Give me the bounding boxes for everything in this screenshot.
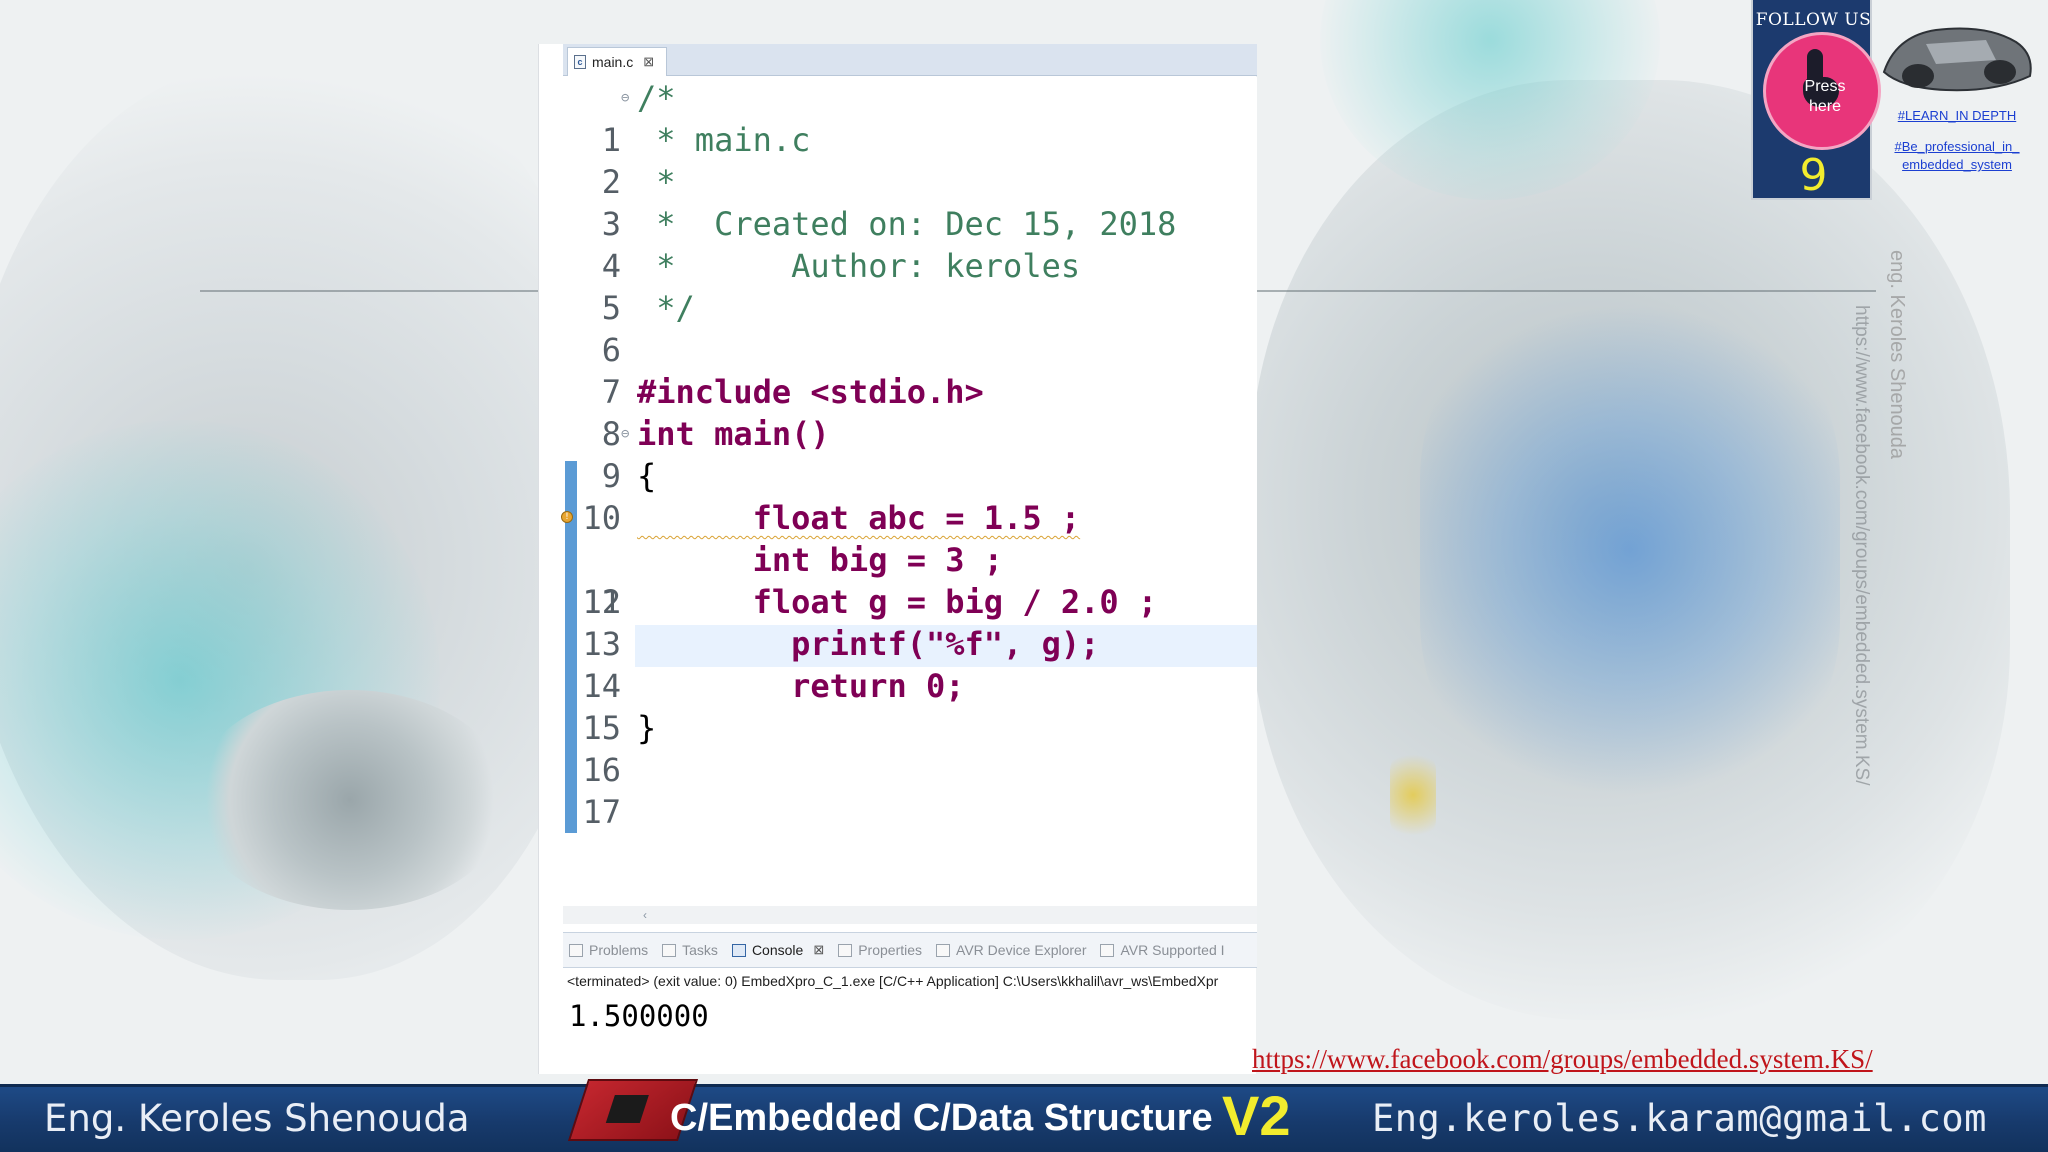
press-label-line: Press bbox=[1804, 78, 1846, 95]
tab-label: Properties bbox=[858, 942, 923, 958]
code-line: 10 { bbox=[563, 455, 1257, 537]
code-text: int main() bbox=[637, 415, 830, 453]
tab-main-c[interactable]: c main.c ⊠ bbox=[567, 47, 667, 76]
console-tab-bar: Problems Tasks Console ⊠ Properties AVR … bbox=[563, 932, 1257, 968]
follow-title: FOLLOW US bbox=[1755, 10, 1872, 30]
tab-tasks[interactable]: Tasks bbox=[662, 942, 718, 958]
code-line: ! 11 float abc = 1.5 ; bbox=[561, 497, 1257, 621]
code-text: /* bbox=[637, 79, 676, 117]
tab-label: main.c bbox=[592, 54, 634, 70]
avr-chip-icon bbox=[936, 943, 951, 957]
properties-icon bbox=[838, 943, 853, 957]
code-text: float g = big / 2.0 ; bbox=[637, 583, 1158, 621]
code-line: 5 * Author: keroles bbox=[563, 245, 1257, 327]
fold-icon[interactable]: ⊖ bbox=[621, 77, 629, 119]
course-version: V2 bbox=[1222, 1084, 1291, 1147]
code-editor[interactable]: 1 ⊖ /* 2 * main.c 3 * 4 * Created on: De… bbox=[561, 77, 1257, 947]
tab-avr-supported[interactable]: AVR Supported I bbox=[1100, 942, 1225, 958]
code-line: 2 * main.c bbox=[563, 119, 1257, 201]
tab-console[interactable]: Console ⊠ bbox=[731, 942, 824, 958]
code-text: * Created on: Dec 15, 2018 bbox=[637, 205, 1177, 243]
divider-line bbox=[200, 290, 540, 292]
line-number: 17 bbox=[582, 793, 621, 831]
side-group-url: https://www.facebook.com/groups/embedded… bbox=[1851, 305, 1872, 786]
code-line: 17 bbox=[563, 749, 1257, 831]
code-line: 16 } bbox=[563, 707, 1257, 789]
footer-banner: Eng. Keroles Shenouda C/Embedded C/Data … bbox=[0, 1079, 2048, 1152]
editor-tab-bar: c main.c ⊠ bbox=[563, 44, 1257, 76]
facebook-group-link[interactable]: https://www.facebook.com/groups/embedded… bbox=[1252, 1044, 2048, 1075]
console-status-line: <terminated> (exit value: 0) EmbedXpro_C… bbox=[567, 973, 1219, 989]
follow-us-widget[interactable]: FOLLOW US Press here 9 bbox=[1751, 0, 1881, 201]
contact-email: Eng.keroles.karam@gmail.com bbox=[1372, 1097, 1987, 1140]
code-text: #include <stdio.h> bbox=[637, 373, 984, 411]
code-text: printf("%f", g); bbox=[637, 625, 1100, 663]
code-line: 13 float g = big / 2.0 ; bbox=[563, 581, 1257, 663]
ide-window: c main.c ⊠ 1 ⊖ /* 2 * main.c 3 * 4 * Cre… bbox=[538, 44, 1257, 1074]
tab-properties[interactable]: Properties bbox=[838, 942, 922, 958]
divider-line bbox=[1256, 290, 1876, 292]
code-line: 7 bbox=[563, 329, 1257, 411]
code-line: 3 * bbox=[563, 161, 1257, 243]
code-text: float abc = 1.5 ; bbox=[637, 499, 1081, 537]
problems-icon bbox=[569, 943, 583, 957]
code-text: int big = 3 ; bbox=[637, 541, 1004, 579]
warning-icon[interactable]: ! bbox=[561, 511, 573, 523]
code-text: * Author: keroles bbox=[637, 247, 1081, 285]
learn-in-depth-link[interactable]: #LEARN_IN DEPTH bbox=[1872, 108, 2042, 123]
follow-count: 9 bbox=[1799, 150, 1828, 201]
tasks-icon bbox=[662, 943, 677, 957]
engine-part bbox=[1390, 750, 1436, 840]
press-label: Press here bbox=[1766, 77, 1884, 117]
tab-label: AVR Device Explorer bbox=[956, 942, 1087, 958]
c-file-icon: c bbox=[574, 55, 586, 69]
code-text: return 0; bbox=[637, 667, 965, 705]
close-icon[interactable]: ⊠ bbox=[813, 942, 824, 958]
code-text: * bbox=[637, 163, 676, 201]
tab-avr-device-explorer[interactable]: AVR Device Explorer bbox=[936, 942, 1086, 958]
be-professional-link[interactable]: #Be_professional_in_ bbox=[1872, 139, 2042, 154]
engine-block bbox=[1420, 300, 1840, 800]
code-line: 9 ⊖ int main() bbox=[563, 413, 1257, 495]
code-text: { bbox=[637, 457, 657, 495]
code-text: * main.c bbox=[637, 121, 811, 159]
course-title: C/Embedded C/Data Structure bbox=[670, 1097, 1213, 1139]
tab-label: Console bbox=[751, 942, 804, 958]
console-output: 1.500000 bbox=[569, 999, 709, 1033]
code-line: 1 ⊖ /* bbox=[563, 77, 1257, 159]
car-wheel bbox=[190, 690, 510, 910]
console-icon bbox=[731, 943, 746, 957]
side-author-name: eng. Keroles Shenouda bbox=[1886, 250, 1908, 460]
press-here-button[interactable]: Press here bbox=[1763, 32, 1881, 150]
code-text: */ bbox=[637, 289, 695, 327]
tab-label: AVR Supported I bbox=[1120, 942, 1225, 958]
tab-problems[interactable]: Problems bbox=[569, 942, 648, 958]
code-line: 15 return 0; bbox=[563, 665, 1257, 747]
code-text: } bbox=[637, 709, 657, 747]
tab-label: Tasks bbox=[682, 942, 718, 958]
horizontal-scrollbar[interactable]: ‹ bbox=[563, 906, 1257, 924]
embedded-system-link[interactable]: embedded_system bbox=[1872, 157, 2042, 172]
tab-label: Problems bbox=[589, 942, 649, 958]
code-line: 6 */ bbox=[563, 287, 1257, 369]
close-icon[interactable]: ⊠ bbox=[643, 54, 654, 70]
code-line: 14 printf("%f", g); bbox=[563, 623, 1257, 705]
code-line: 12 int big = 3 ; bbox=[563, 539, 1257, 621]
fold-icon[interactable]: ⊖ bbox=[621, 413, 629, 455]
avr-chip-icon bbox=[1100, 943, 1115, 957]
car-engine-thumbnail bbox=[1882, 27, 2032, 92]
presenter-name: Eng. Keroles Shenouda bbox=[44, 1097, 470, 1140]
press-label-line: here bbox=[1808, 98, 1842, 115]
code-line: 4 * Created on: Dec 15, 2018 bbox=[563, 203, 1257, 285]
code-line: 8 #include <stdio.h> bbox=[563, 371, 1257, 453]
